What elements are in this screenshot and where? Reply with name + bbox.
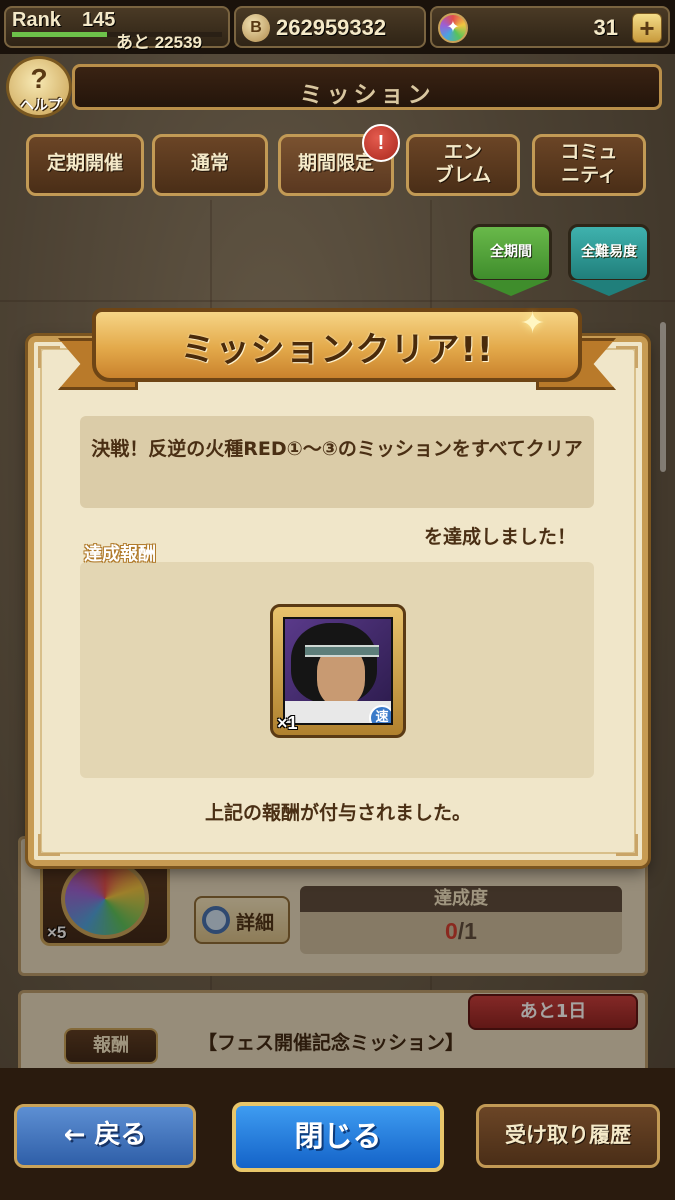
help-button[interactable]: ? ヘルプ <box>6 56 72 118</box>
rank-exp-fill <box>12 32 107 37</box>
close-button[interactable]: 閉じる <box>232 1102 444 1172</box>
help-icon: ? <box>30 63 48 94</box>
berry-icon: B <box>242 14 270 42</box>
gem-panel: ✦ 31 + <box>430 6 670 48</box>
tab-regular-events[interactable]: 定期開催 <box>26 134 144 196</box>
page-header: ミッション <box>72 64 662 110</box>
period-filter-notch <box>473 280 549 296</box>
rainbow-gem-icon: ✦ <box>438 13 468 43</box>
rank-panel: Rank 145 あと 22539 <box>4 6 230 52</box>
buy-gem-button[interactable]: + <box>632 13 662 43</box>
status-bar: Rank 145 あと 22539 B 262959332 ✦ 31 + <box>0 0 675 54</box>
rank-value: 145 <box>82 9 116 31</box>
rank-next-exp: あと 22539 <box>116 33 202 52</box>
character-reward-icon[interactable]: 速 ×1 <box>270 604 406 738</box>
corner-ornament <box>38 834 60 856</box>
corner-ornament <box>38 346 60 368</box>
berry-panel: B 262959332 <box>234 6 426 48</box>
gem-count: 31 <box>593 15 618 40</box>
reward-label: 達成報酬 <box>84 544 156 565</box>
speed-type-badge: 速 <box>369 705 391 723</box>
receive-history-button[interactable]: 受け取り履歴 <box>476 1104 660 1168</box>
berry-count: 262959332 <box>276 15 387 40</box>
mission-description-box: 決戦！反逆の火種RED①～③のミッションをすべてクリア <box>80 416 594 508</box>
reward-quantity: ×1 <box>277 713 298 733</box>
corner-ornament <box>616 346 638 368</box>
sparkle-icon: ✦ <box>520 306 546 341</box>
corner-ornament <box>616 834 638 856</box>
dialog-title: ミッションクリア!! <box>180 330 494 370</box>
tab-normal[interactable]: 通常 <box>152 134 268 196</box>
mission-description: 決戦！反逆の火種RED①～③のミッションをすべてクリア <box>91 438 583 460</box>
back-button[interactable]: ← 戻る <box>14 1104 196 1168</box>
title-ribbon: ミッションクリア!! <box>92 308 582 382</box>
granted-text: 上記の報酬が付与されました。 <box>204 802 471 824</box>
portrait-headband <box>305 645 379 657</box>
character-portrait: 速 <box>283 617 393 725</box>
help-label: ヘルプ <box>20 98 62 114</box>
tab-community[interactable]: コミュ ニティ <box>532 134 646 196</box>
rank-label: Rank <box>12 9 61 31</box>
tab-emblem[interactable]: エン ブレム <box>406 134 520 196</box>
difficulty-filter-button[interactable]: 全難易度 <box>568 224 650 282</box>
page-title: ミッション <box>299 82 435 108</box>
notification-badge: ! <box>362 124 400 162</box>
period-filter-button[interactable]: 全期間 <box>470 224 552 282</box>
scrollbar[interactable] <box>660 322 666 472</box>
difficulty-filter-notch <box>571 280 647 296</box>
